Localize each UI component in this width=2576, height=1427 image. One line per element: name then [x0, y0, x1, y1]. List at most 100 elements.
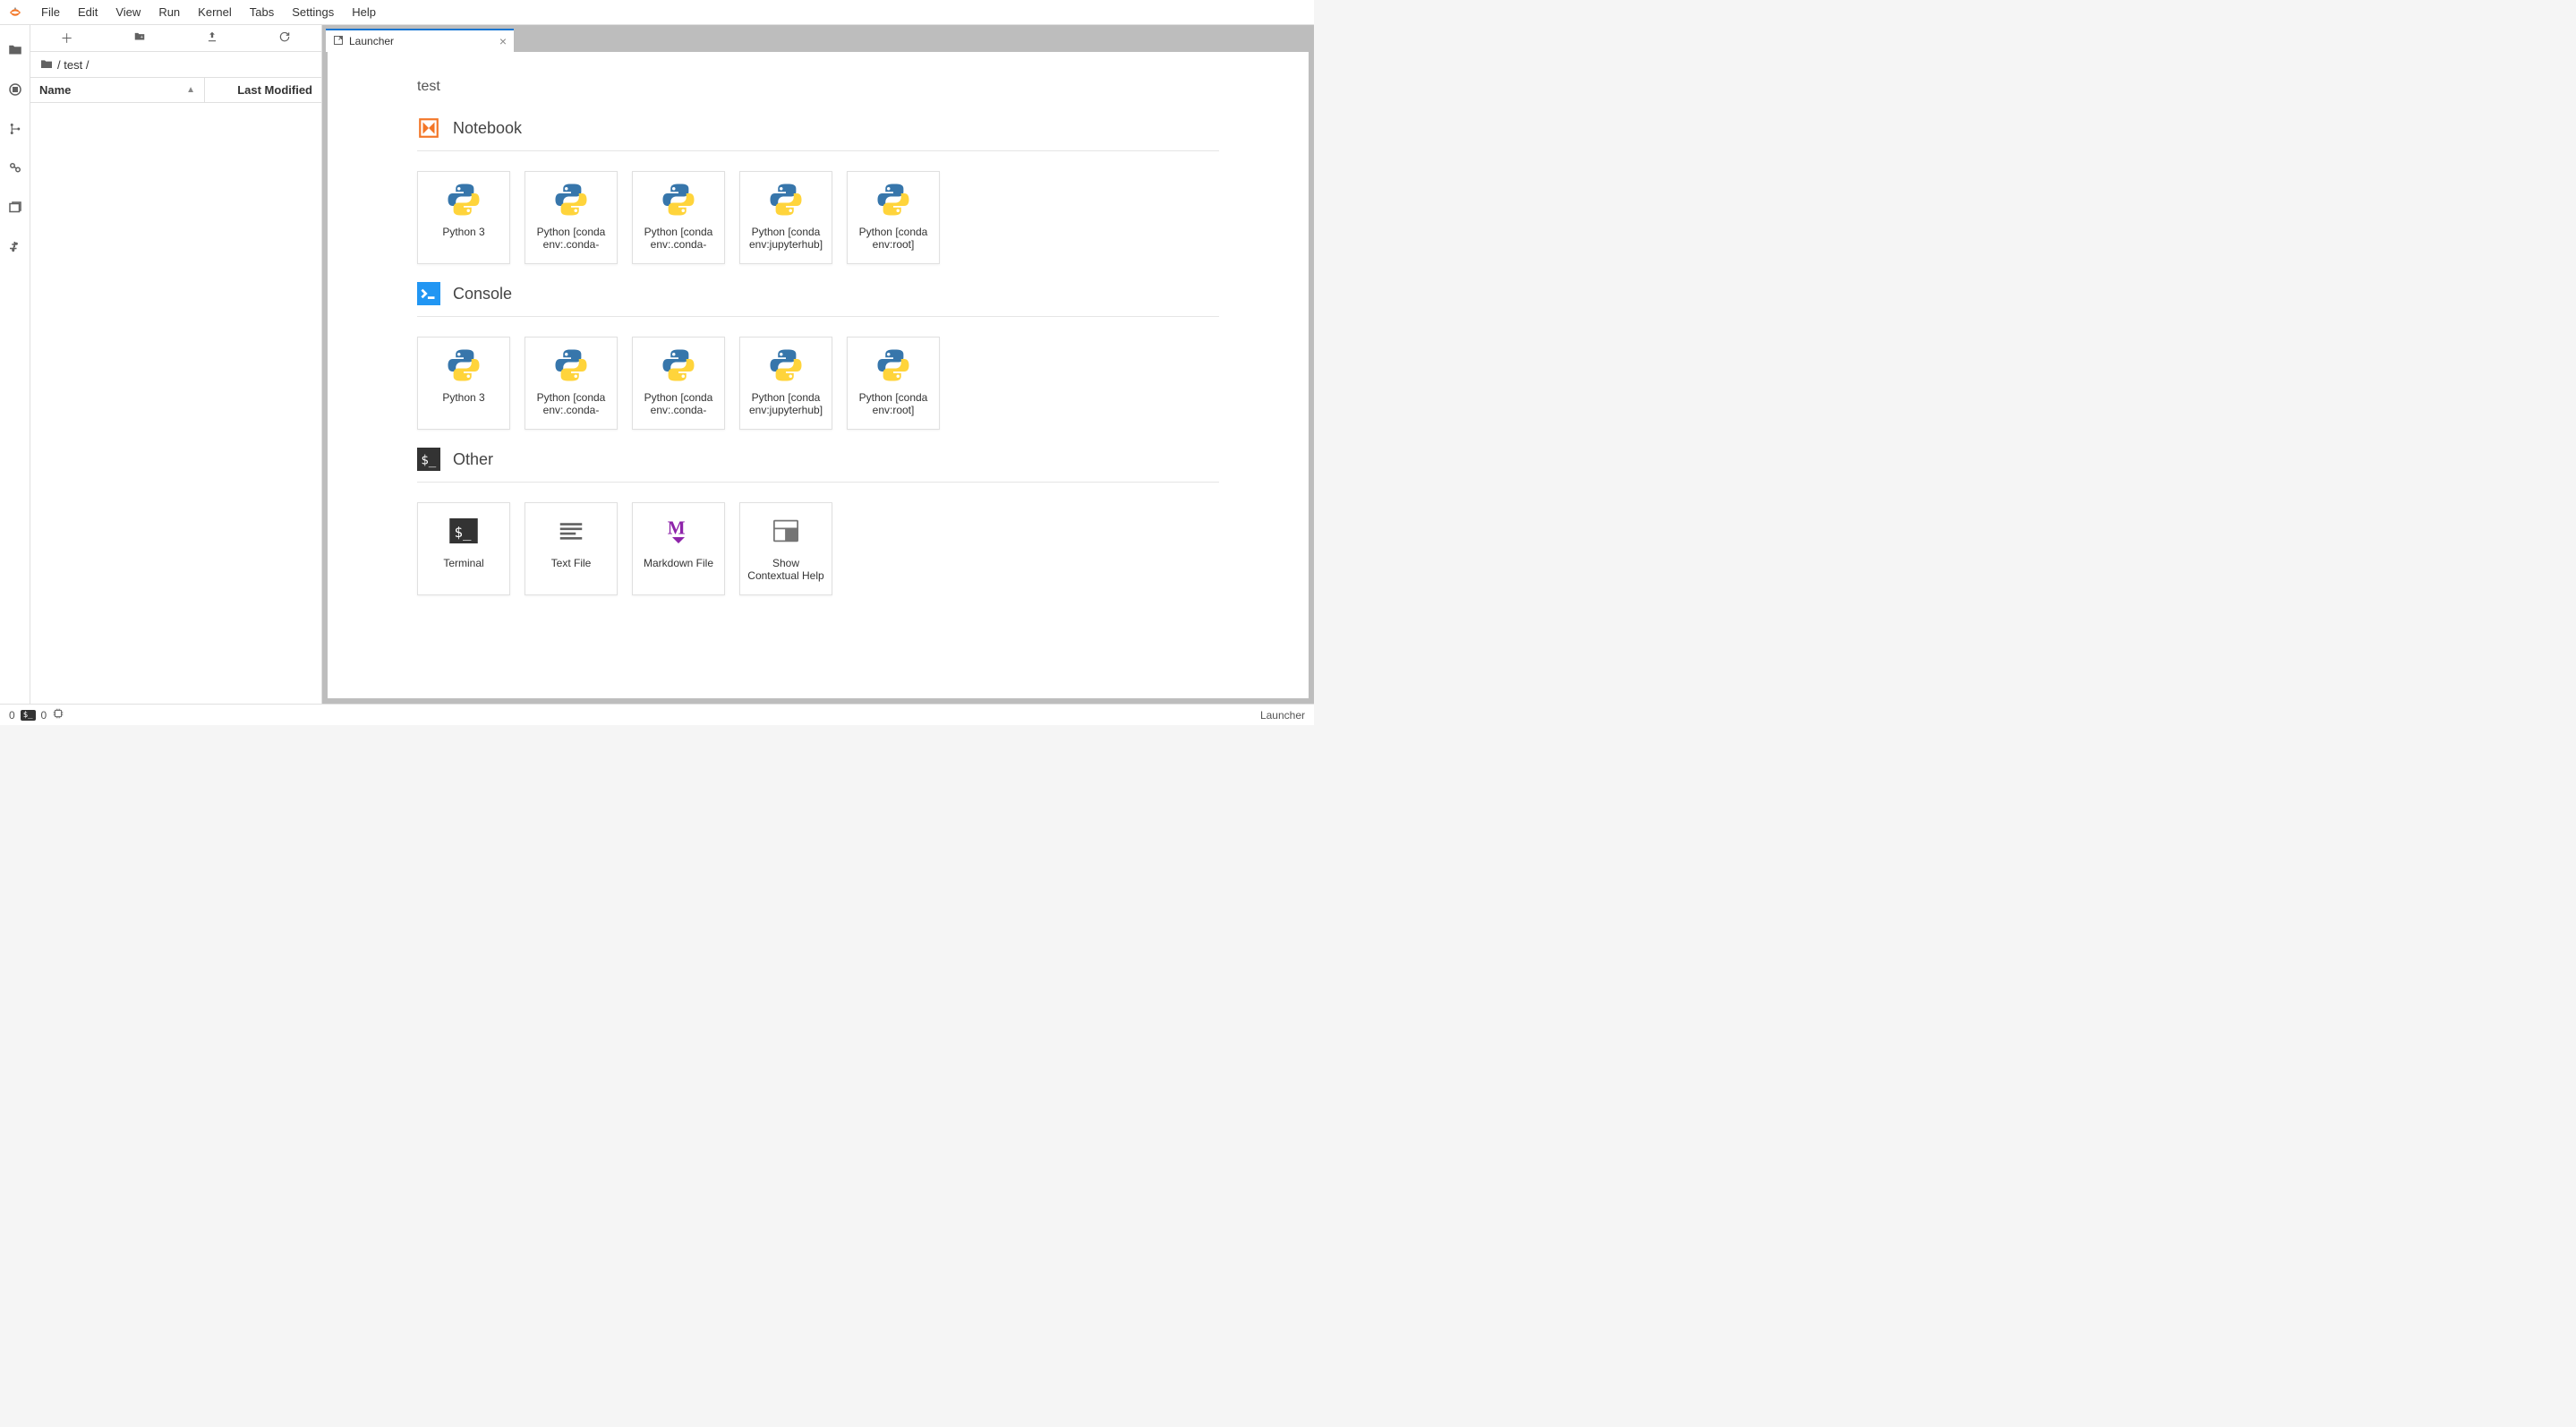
file-list-header: Name ▲ Last Modified: [30, 77, 321, 103]
launcher-card[interactable]: Python 3: [417, 337, 510, 430]
tab-strip: Launcher ×: [322, 25, 1314, 52]
upload-button[interactable]: [176, 30, 249, 46]
launcher-section-notebook: Notebook Python 3 Python [conda env:.con…: [417, 116, 1219, 264]
menu-bar: FileEditViewRunKernelTabsSettingsHelp: [0, 0, 1314, 25]
section-header: $_ Other: [417, 448, 1219, 483]
refresh-button[interactable]: [249, 30, 321, 46]
git-icon[interactable]: [3, 116, 28, 141]
status-bar: 0 $_ 0 Launcher: [0, 704, 1314, 725]
file-header-name-label: Name: [39, 83, 71, 97]
status-count-terminals[interactable]: 0: [9, 709, 15, 722]
menu-kernel[interactable]: Kernel: [189, 2, 241, 22]
status-count-kernels[interactable]: 0: [41, 709, 47, 722]
card-label: Python [conda env:.conda-: [638, 391, 719, 417]
file-header-modified-label: Last Modified: [237, 83, 312, 97]
file-list-empty: [30, 103, 321, 704]
textfile-icon: [552, 512, 590, 550]
svg-text:M: M: [668, 517, 686, 539]
card-label: Python [conda env:jupyterhub]: [746, 391, 826, 417]
cards-row: Python 3 Python [conda env:.conda- Pytho…: [417, 160, 1219, 264]
python-icon: [767, 181, 805, 218]
card-label: Python [conda env:.conda-: [531, 391, 611, 417]
launcher-card[interactable]: Python 3: [417, 171, 510, 264]
card-label: Python [conda env:jupyterhub]: [746, 226, 826, 252]
card-label: Python [conda env:.conda-: [638, 226, 719, 252]
launcher-card[interactable]: Python [conda env:.conda-: [632, 337, 725, 430]
section-header: Console: [417, 282, 1219, 317]
terminal-section-icon: $_: [417, 448, 440, 471]
content-area: Launcher × test Notebook Python 3 Python…: [322, 25, 1314, 704]
launcher-card[interactable]: Python [conda env:jupyterhub]: [739, 171, 832, 264]
terminal-status-icon[interactable]: $_: [21, 710, 36, 721]
launcher-card[interactable]: Python [conda env:.conda-: [632, 171, 725, 264]
card-label: Python [conda env:root]: [853, 391, 934, 417]
card-label: Markdown File: [644, 557, 713, 569]
launcher-card[interactable]: Show Contextual Help: [739, 502, 832, 595]
cards-row: Python 3 Python [conda env:.conda- Pytho…: [417, 326, 1219, 430]
markdown-icon: M: [660, 512, 697, 550]
menu-run[interactable]: Run: [149, 2, 189, 22]
python-icon: [445, 346, 482, 384]
section-title: Other: [453, 450, 493, 469]
notebook-section-icon: [417, 116, 440, 140]
menu-edit[interactable]: Edit: [69, 2, 107, 22]
sort-ascending-icon: ▲: [186, 85, 195, 95]
breadcrumb-sep: /: [86, 58, 90, 72]
python-icon: [874, 181, 912, 218]
section-title: Notebook: [453, 119, 522, 138]
new-folder-button[interactable]: +: [103, 30, 175, 46]
file-header-modified[interactable]: Last Modified: [205, 78, 321, 102]
card-label: Show Contextual Help: [746, 557, 826, 583]
launcher-body: test Notebook Python 3 Python [conda env…: [328, 52, 1309, 698]
launcher-card[interactable]: Python [conda env:.conda-: [525, 171, 618, 264]
menu-file[interactable]: File: [32, 2, 69, 22]
python-icon: [445, 181, 482, 218]
tab-label: Launcher: [349, 35, 492, 47]
new-launcher-button[interactable]: ＋: [30, 30, 103, 47]
card-label: Python 3: [442, 226, 484, 238]
breadcrumb[interactable]: / test /: [30, 52, 321, 77]
folder-icon[interactable]: [3, 38, 28, 63]
launcher-card[interactable]: Python [conda env:root]: [847, 171, 940, 264]
tabs-icon[interactable]: [3, 195, 28, 220]
breadcrumb-segment[interactable]: test: [64, 58, 82, 72]
python-icon: [660, 181, 697, 218]
menu-settings[interactable]: Settings: [283, 2, 343, 22]
file-toolbar: ＋ +: [30, 25, 321, 52]
terminal-card-icon: $_: [445, 512, 482, 550]
breadcrumb-root[interactable]: /: [57, 58, 61, 72]
svg-text:+: +: [140, 35, 143, 40]
svg-text:$_: $_: [421, 453, 436, 467]
python-icon: [874, 346, 912, 384]
section-header: Notebook: [417, 116, 1219, 151]
launcher-card[interactable]: M Markdown File: [632, 502, 725, 595]
svg-text:$_: $_: [455, 524, 472, 541]
section-title: Console: [453, 285, 512, 303]
menu-view[interactable]: View: [107, 2, 149, 22]
running-icon[interactable]: [3, 77, 28, 102]
card-label: Python [conda env:.conda-: [531, 226, 611, 252]
close-icon[interactable]: ×: [499, 34, 507, 48]
card-label: Terminal: [443, 557, 483, 569]
launcher-tab-icon: [333, 35, 344, 48]
launcher-card[interactable]: Text File: [525, 502, 618, 595]
status-mode[interactable]: Launcher: [1260, 709, 1305, 722]
kernel-status-icon[interactable]: [52, 707, 64, 722]
menu-tabs[interactable]: Tabs: [241, 2, 283, 22]
file-header-name[interactable]: Name ▲: [30, 78, 205, 102]
launcher-card[interactable]: Python [conda env:jupyterhub]: [739, 337, 832, 430]
launcher-card[interactable]: Python [conda env:root]: [847, 337, 940, 430]
python-icon: [552, 181, 590, 218]
launcher-card[interactable]: $_ Terminal: [417, 502, 510, 595]
card-label: Python 3: [442, 391, 484, 404]
extensions-icon[interactable]: [3, 235, 28, 260]
tab-launcher[interactable]: Launcher ×: [326, 29, 514, 52]
toc-icon[interactable]: [3, 156, 28, 181]
jupyter-logo: [7, 4, 23, 21]
console-section-icon: [417, 282, 440, 305]
launcher-card[interactable]: Python [conda env:.conda-: [525, 337, 618, 430]
contexthelp-icon: [767, 512, 805, 550]
launcher-section-console: Console Python 3 Python [conda env:.cond…: [417, 282, 1219, 430]
cards-row: $_ Terminal Text File M Markdown File Sh…: [417, 491, 1219, 595]
menu-help[interactable]: Help: [343, 2, 385, 22]
